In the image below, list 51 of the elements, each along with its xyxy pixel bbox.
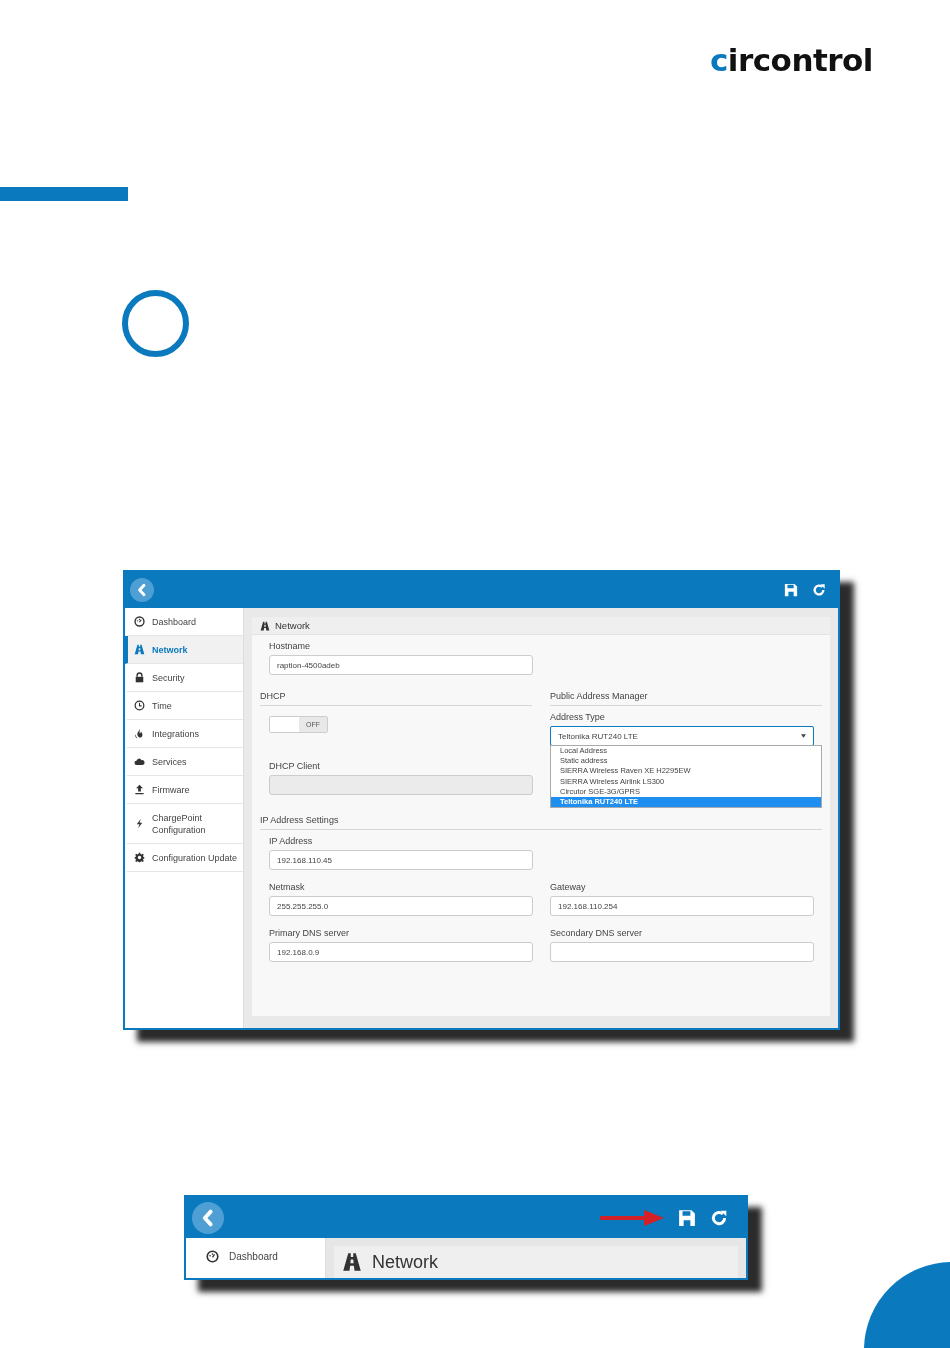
input-field[interactable]: raption-4500adeb [269,655,533,675]
panel-title: Network [275,620,310,631]
field-label: Gateway [550,882,587,892]
input-field[interactable]: 192.168.110.254 [550,896,814,916]
gauge-icon [206,1250,219,1263]
input-field[interactable]: 192.168.0.9 [269,942,533,962]
gear-icon [134,852,145,863]
field-label: Address Type [550,712,606,722]
back-button[interactable] [192,1201,224,1234]
save-icon[interactable] [678,1208,696,1227]
lock-icon [134,672,145,683]
clock-icon [134,700,145,711]
road-icon [342,1252,362,1272]
field-label: Hostname [269,641,312,651]
cloud-icon [134,756,145,767]
upload-icon [134,784,145,795]
section-title: DHCP [260,691,532,706]
ring-icon [122,290,189,357]
save-icon[interactable] [784,583,798,597]
sidebar-item[interactable]: Firmware [125,776,243,804]
input-field[interactable]: 192.168.110.45 [269,850,533,870]
lightning-icon [134,818,145,829]
field-label: Primary DNS server [269,928,350,938]
refresh-icon[interactable] [812,583,826,597]
back-button[interactable] [130,578,154,602]
section-title: IP Address Settings [260,815,822,830]
sidebar-item[interactable]: Integrations [125,720,243,748]
logo: circontrol [709,42,873,78]
sidebar-item[interactable]: Dashboard [206,1250,278,1263]
field-label: Secondary DNS server [550,928,644,938]
panel-title: Network [372,1251,438,1273]
road-icon [260,620,270,631]
sidebar-item[interactable]: Network [125,636,243,664]
input-field[interactable] [550,942,814,962]
refresh-icon[interactable] [710,1208,728,1227]
field-label: Netmask [269,882,306,892]
sidebar-item[interactable]: Configuration Update [125,844,243,872]
flame-icon [134,728,145,739]
pointer-arrow [600,1208,664,1227]
input-field[interactable]: 255.255.255.0 [269,896,533,916]
caret-icon [801,734,806,738]
dropdown-field[interactable]: Teltonika RUT240 LTE [550,726,814,746]
road-icon [134,644,145,655]
sidebar-item[interactable]: Security [125,664,243,692]
sidebar-item[interactable]: ChargePoint Configuration [125,804,243,844]
sidebar-item[interactable]: Time [125,692,243,720]
field-label: DHCP Client [269,761,321,771]
field-label: IP Address [269,836,314,846]
sidebar-item[interactable]: Services [125,748,243,776]
gauge-icon [134,616,145,627]
section-title: Public Address Manager [550,691,822,706]
